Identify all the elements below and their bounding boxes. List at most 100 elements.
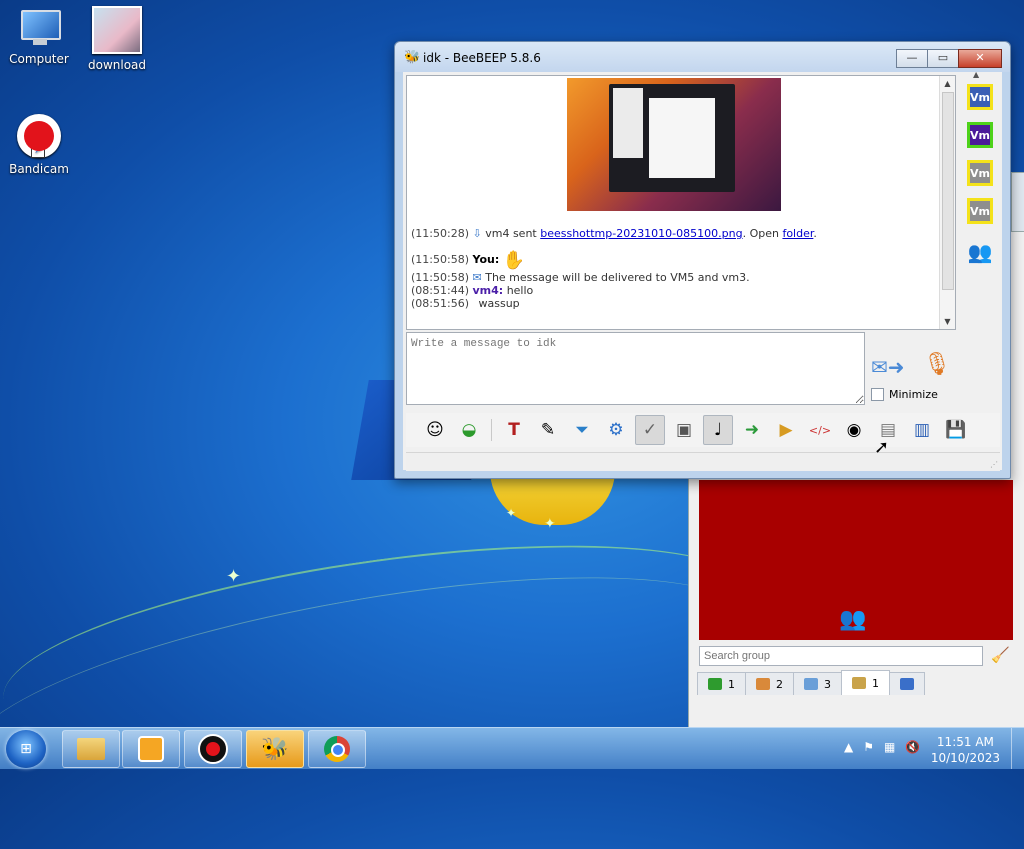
mouse-cursor-icon: ➚	[874, 437, 890, 458]
desktop-icon-download[interactable]: download	[78, 6, 156, 72]
bee-icon: 🐝	[261, 736, 289, 762]
message-input[interactable]	[406, 332, 865, 405]
minimize-label: Minimize	[889, 388, 938, 401]
checkbox[interactable]	[871, 388, 884, 401]
resize-grip-icon[interactable]: ⋰	[990, 460, 998, 469]
font-icon[interactable]: T	[499, 415, 529, 445]
message-row: (08:51:44) vm4: hello	[411, 284, 939, 297]
send-folder-icon[interactable]: ▶	[771, 415, 801, 445]
chat-members-panel: ▲ Vm Vm Vm Vm 👥	[959, 70, 1001, 407]
message-text: . Open	[742, 227, 783, 240]
minimize-button[interactable]: —	[896, 49, 928, 68]
media-player-icon	[138, 736, 164, 762]
send-message-icon[interactable]: ✉➜	[871, 355, 905, 379]
message-timestamp: (08:51:44)	[411, 284, 469, 297]
member-avatar[interactable]: Vm	[967, 84, 993, 110]
chat-statusbar: ⋰	[406, 452, 1000, 471]
scroll-down-icon[interactable]: ▼	[940, 314, 955, 329]
folder-link[interactable]: folder	[782, 227, 813, 240]
folder-icon	[77, 738, 105, 760]
main-tabs: 1 2 3 1	[697, 670, 925, 695]
tray-expand-icon[interactable]: ▲	[844, 740, 853, 754]
chrome-icon	[324, 736, 350, 762]
tab-groups[interactable]: 2	[745, 672, 794, 695]
members-tab-icon	[852, 677, 866, 689]
action-center-icon[interactable]: ⚑	[863, 740, 874, 754]
wallpaper-sparkle-icon: ✦	[226, 566, 242, 587]
voice-message-icon[interactable]: 🎙	[923, 352, 951, 377]
emoticon-icon[interactable]: ☺	[420, 415, 450, 445]
bandicam-icon: ↗	[17, 114, 61, 158]
close-button[interactable]: ✕	[958, 49, 1002, 68]
message-row: (11:50:28) ⇩ vm4 sent beesshottmp-202310…	[411, 227, 939, 240]
message-timestamp: (11:50:28)	[411, 227, 469, 240]
taskbar-explorer-button[interactable]	[62, 730, 120, 768]
tab-chats[interactable]: 3	[793, 672, 842, 695]
clock[interactable]: 11:51 AM 10/10/2023	[931, 734, 1000, 766]
window-title: idk - BeeBEEP 5.8.6	[423, 51, 541, 65]
beebeep-app-icon: 🐝	[404, 50, 421, 65]
member-avatar[interactable]: Vm	[967, 122, 993, 148]
tab-users[interactable]: 1	[697, 672, 746, 695]
envelope-icon: ✉	[472, 271, 482, 284]
system-tray: ▲ ⚑ ▦ 🔇	[844, 740, 920, 754]
taskbar-beebeep-button[interactable]: 🐝	[246, 730, 304, 768]
message-text: wassup	[478, 297, 520, 310]
chat-scrollbar[interactable]: ▲ ▼	[939, 76, 955, 329]
tab-group-members[interactable]: 1	[841, 670, 890, 695]
message-sender: vm4:	[472, 284, 504, 297]
message-timestamp: (11:50:58)	[411, 253, 469, 266]
spellcheck-icon[interactable]: ✓	[635, 415, 665, 445]
message-row: (11:50:58) You: ✋	[411, 252, 939, 270]
settings-icon[interactable]: ⚙	[601, 415, 631, 445]
network-icon[interactable]: ▦	[884, 740, 895, 754]
file-link[interactable]: beesshottmp-20231010-085100.png	[540, 227, 742, 240]
send-file-icon[interactable]: ➜	[737, 415, 767, 445]
screenshot-icon[interactable]: ◉	[839, 415, 869, 445]
save-as-icon[interactable]: 💾	[941, 415, 971, 445]
desktop-icon-label: Computer	[9, 52, 69, 66]
groups-tab-icon	[756, 678, 770, 690]
clock-time: 11:51 AM	[936, 735, 994, 749]
member-avatar[interactable]: Vm	[967, 160, 993, 186]
message-text: hello	[506, 284, 534, 297]
volume-muted-icon[interactable]: 🔇	[905, 740, 920, 754]
desktop-icon-computer[interactable]: Computer	[0, 8, 78, 66]
panel-collapse-icon[interactable]: ▲	[973, 70, 979, 79]
chats-tab-icon	[804, 678, 818, 690]
show-desktop-button[interactable]	[1011, 728, 1024, 769]
wallpaper-sparkle-icon: ✦	[544, 516, 556, 532]
screenshot-preview-image[interactable]	[567, 78, 781, 211]
save-icon[interactable]: ▥	[907, 415, 937, 445]
message-timestamp: (11:50:58)	[411, 271, 469, 284]
minimize-after-send-checkbox[interactable]: Minimize	[871, 388, 938, 401]
desktop-icon-bandicam[interactable]: ↗ Bandicam	[0, 114, 78, 176]
filter-icon[interactable]: ⏷	[567, 415, 597, 445]
tab-count: 1	[872, 676, 879, 690]
image-file-icon	[92, 6, 142, 54]
color-icon[interactable]: ✎	[533, 415, 563, 445]
clock-date: 10/10/2023	[930, 751, 1000, 765]
group-members-icon[interactable]: 👥	[959, 240, 1001, 264]
scroll-up-icon[interactable]: ▲	[940, 76, 955, 91]
computer-icon	[17, 8, 61, 48]
dictionary-icon[interactable]: ▣	[669, 415, 699, 445]
member-avatar[interactable]: Vm	[967, 198, 993, 224]
message-text: vm4 sent	[485, 227, 541, 240]
taskbar-chrome-button[interactable]	[308, 730, 366, 768]
desktop-icon-label: download	[87, 58, 147, 72]
scroll-thumb[interactable]	[942, 92, 954, 290]
restore-button[interactable]: ▭	[927, 49, 959, 68]
taskbar-bandicam-button[interactable]	[184, 730, 242, 768]
clear-search-icon[interactable]: 🧹	[991, 646, 1010, 664]
html-icon[interactable]: </>	[805, 415, 835, 445]
tab-count: 2	[776, 677, 783, 691]
tab-files[interactable]	[889, 672, 925, 695]
compact-icon[interactable]: ♩	[703, 415, 733, 445]
bullet-icon[interactable]: ◒	[454, 415, 484, 445]
search-group-input[interactable]	[699, 646, 983, 666]
taskbar-media-button[interactable]	[122, 730, 180, 768]
wallpaper-sparkle-icon: ✦	[506, 506, 517, 520]
chat-window-titlebar[interactable]: 🐝 idk - BeeBEEP 5.8.6 — ▭ ✕	[395, 42, 1010, 72]
start-button[interactable]: ⊞	[6, 730, 46, 768]
